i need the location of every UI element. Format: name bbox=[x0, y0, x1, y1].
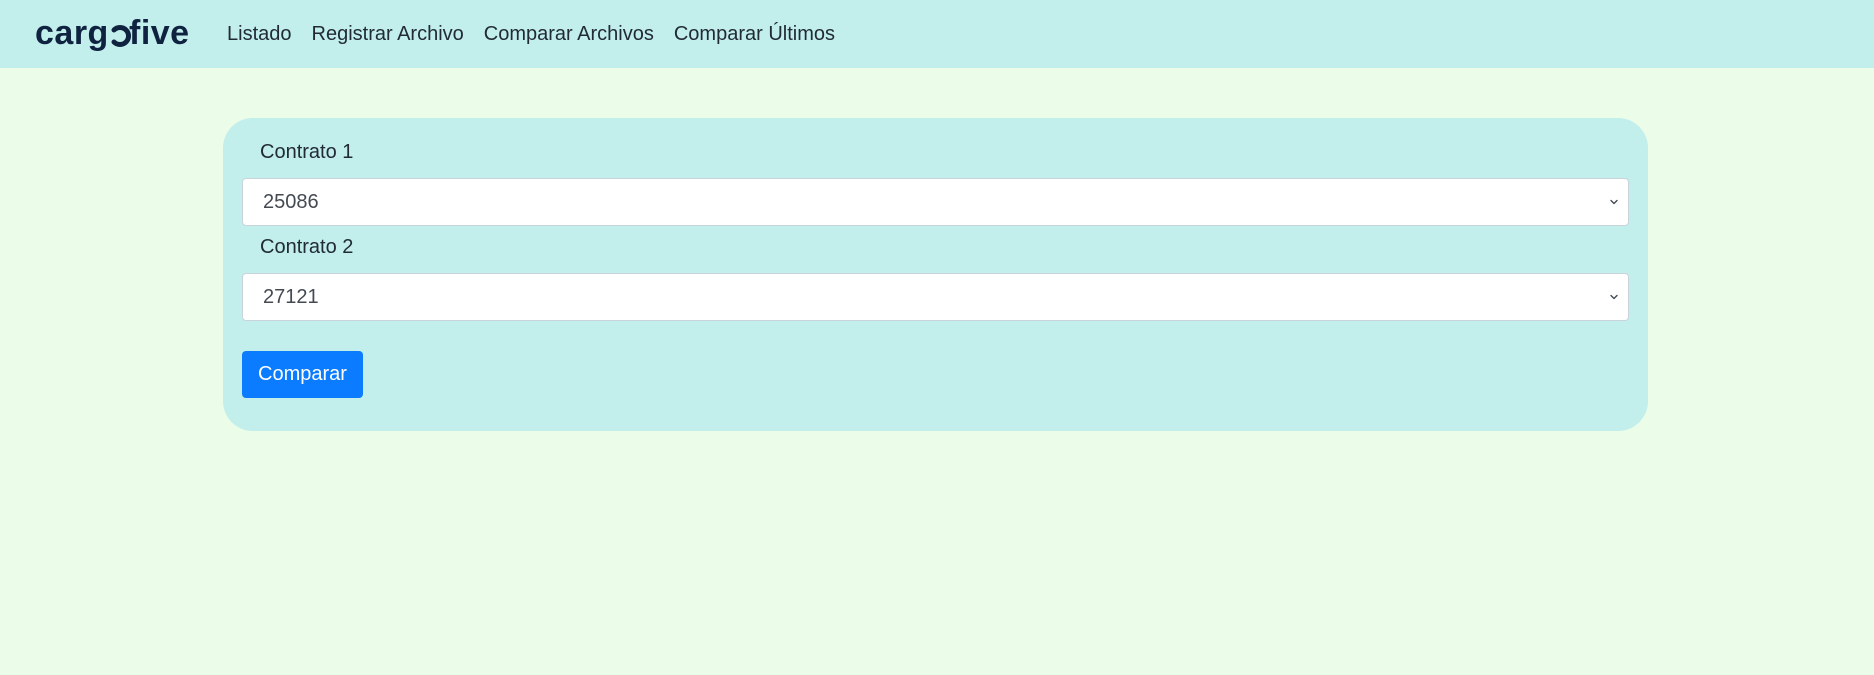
nav-link-comparar-ultimos[interactable]: Comparar Últimos bbox=[674, 0, 835, 68]
contract-1-select[interactable]: 25086 bbox=[242, 178, 1629, 226]
nav-link-listado[interactable]: Listado bbox=[227, 0, 292, 68]
nav-link-comparar-archivos[interactable]: Comparar Archivos bbox=[484, 0, 654, 68]
contract-2-value: 27121 bbox=[263, 286, 319, 308]
chevron-down-icon bbox=[1610, 199, 1618, 205]
contract-2-label: Contrato 2 bbox=[260, 236, 354, 258]
navbar: carg five Listado Registrar Archivo Comp… bbox=[0, 0, 1874, 68]
compare-form-card: Contrato 1 25086 Contrato 2 27121 Compar… bbox=[223, 118, 1648, 431]
contract-2-select[interactable]: 27121 bbox=[242, 273, 1629, 321]
brand-logo[interactable]: carg five bbox=[35, 0, 197, 68]
chevron-down-icon bbox=[1610, 294, 1618, 300]
main-nav: Listado Registrar Archivo Comparar Archi… bbox=[227, 0, 855, 68]
compare-button[interactable]: Comparar bbox=[242, 351, 363, 398]
cargofive-logo: carg five bbox=[35, 16, 190, 52]
nav-link-registrar-archivo[interactable]: Registrar Archivo bbox=[312, 0, 464, 68]
contract-1-value: 25086 bbox=[263, 191, 319, 213]
svg-text:five: five bbox=[129, 16, 190, 52]
svg-text:carg: carg bbox=[35, 16, 109, 52]
contract-1-label: Contrato 1 bbox=[260, 141, 354, 163]
